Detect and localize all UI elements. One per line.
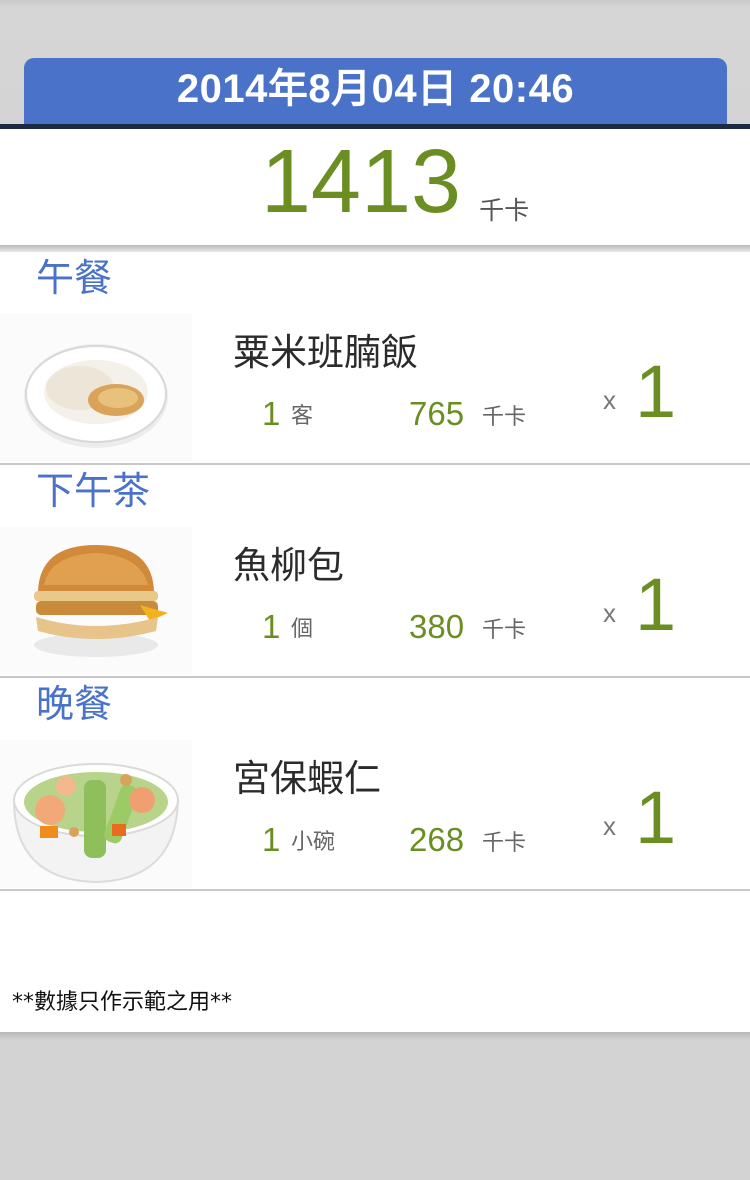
portion-quantity: 1 bbox=[262, 821, 281, 858]
meal-title: 午餐 bbox=[36, 256, 113, 300]
food-calories: 380 bbox=[409, 608, 465, 645]
burger-image[interactable] bbox=[0, 527, 192, 675]
panel-shadow bbox=[0, 245, 750, 252]
date-header[interactable]: 2014年8月04日 20:46 bbox=[24, 58, 727, 126]
total-calories-value: 1413 bbox=[260, 132, 462, 232]
multiply-sign: x bbox=[603, 811, 616, 841]
meal-list: 午餐 粟米班腩飯 1 客 765 千卡 x 1 下午茶 魚柳包 1 個 380 … bbox=[0, 252, 750, 1032]
bottom-bar-shadow bbox=[0, 1032, 750, 1040]
meal-section-lunch: 午餐 粟米班腩飯 1 客 765 千卡 x 1 bbox=[0, 252, 750, 465]
shrimp-bowl-image[interactable] bbox=[0, 740, 192, 888]
portion-unit: 客 bbox=[291, 404, 314, 429]
serving-count[interactable]: 1 bbox=[635, 776, 676, 860]
row-divider bbox=[0, 889, 750, 891]
portion-quantity: 1 bbox=[262, 608, 281, 645]
food-name[interactable]: 粟米班腩飯 bbox=[233, 330, 418, 376]
meal-title: 晚餐 bbox=[36, 682, 113, 726]
food-name[interactable]: 魚柳包 bbox=[233, 543, 344, 589]
food-calories-unit: 千卡 bbox=[482, 831, 527, 856]
serving-count[interactable]: 1 bbox=[635, 563, 676, 647]
diet-record-page: 2014年8月04日 20:46 1413 千卡 午餐 粟米班腩飯 1 客 76… bbox=[0, 0, 750, 1180]
portion-unit: 個 bbox=[291, 617, 314, 642]
disclaimer-text: **數據只作示範之用** bbox=[12, 990, 233, 1015]
food-calories: 268 bbox=[409, 821, 465, 858]
meal-section-dinner: 晚餐 宮保蝦仁 1 小碗 268 千卡 x 1 bbox=[0, 678, 750, 891]
multiply-sign: x bbox=[603, 385, 616, 415]
food-calories: 765 bbox=[409, 395, 465, 432]
total-calories-unit: 千卡 bbox=[479, 196, 530, 225]
food-name[interactable]: 宮保蝦仁 bbox=[233, 756, 381, 802]
portion-quantity: 1 bbox=[262, 395, 281, 432]
portion-unit: 小碗 bbox=[291, 830, 336, 855]
food-calories-unit: 千卡 bbox=[482, 405, 527, 430]
food-calories-unit: 千卡 bbox=[482, 618, 527, 643]
meal-title: 下午茶 bbox=[36, 469, 151, 513]
meal-section-afternoon-tea: 下午茶 魚柳包 1 個 380 千卡 x 1 bbox=[0, 465, 750, 678]
multiply-sign: x bbox=[603, 598, 616, 628]
total-calories-panel: 1413 千卡 bbox=[0, 129, 750, 245]
rice-plate-image[interactable] bbox=[0, 314, 192, 462]
serving-count[interactable]: 1 bbox=[635, 350, 676, 434]
